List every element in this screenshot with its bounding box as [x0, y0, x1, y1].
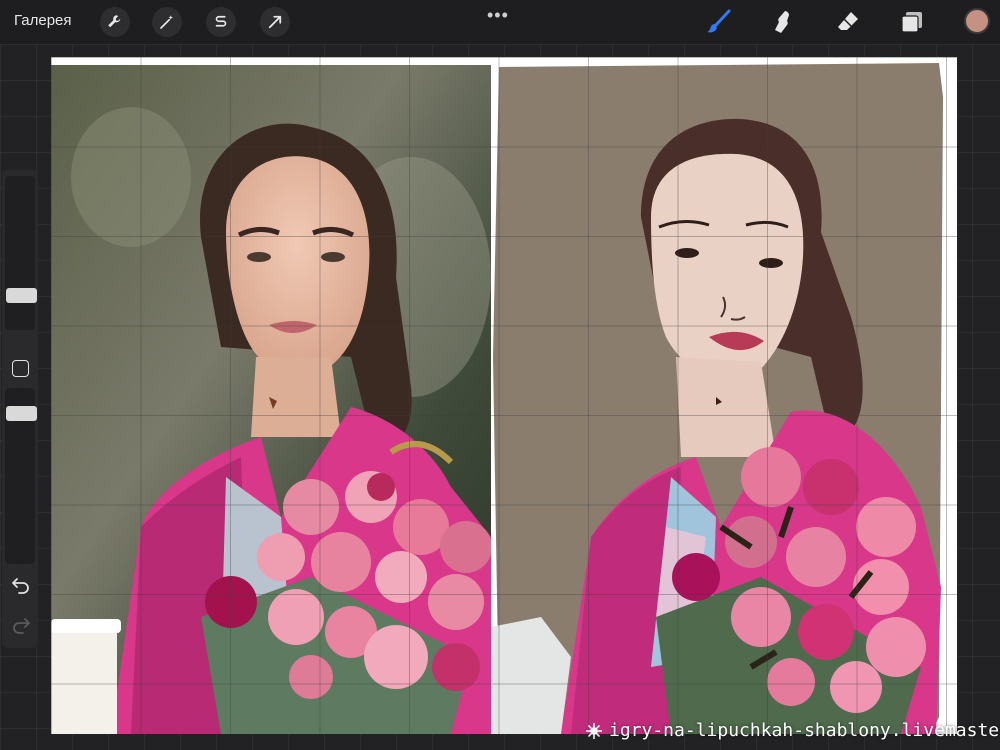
- transform-button[interactable]: [260, 7, 290, 37]
- top-toolbar: Галерея •••: [0, 0, 1000, 44]
- eraser-tool-button[interactable]: [834, 8, 862, 36]
- redo-button[interactable]: [10, 614, 32, 636]
- eraser-icon: [838, 12, 858, 30]
- redo-icon: [13, 618, 30, 634]
- undo-icon: [12, 578, 29, 594]
- watermark: igry-na-lipuchkah-shablony.livemaster.ru: [585, 720, 1000, 741]
- modify-button[interactable]: [12, 360, 29, 377]
- brush-size-thumb[interactable]: [6, 288, 37, 303]
- smudge-icon: [775, 11, 789, 33]
- selection-s-icon: [215, 15, 227, 27]
- painting-sketch: [491, 57, 957, 734]
- opacity-thumb[interactable]: [6, 406, 37, 421]
- magic-wand-icon: [160, 15, 173, 29]
- more-options-icon[interactable]: •••: [487, 5, 509, 26]
- color-swatch-button[interactable]: [964, 8, 990, 34]
- reference-photo: [51, 65, 491, 734]
- undo-button[interactable]: [10, 574, 32, 596]
- gallery-button[interactable]: Галерея: [14, 12, 72, 29]
- selection-button[interactable]: [206, 7, 236, 37]
- drawing-canvas[interactable]: [51, 57, 957, 734]
- transform-arrow-icon: [268, 15, 282, 29]
- adjustments-button[interactable]: [152, 7, 182, 37]
- brush-size-slider[interactable]: [5, 176, 35, 330]
- wrench-icon: [108, 15, 121, 28]
- brush-tool-button[interactable]: [704, 8, 732, 36]
- smudge-tool-button[interactable]: [769, 8, 797, 36]
- snowflake-logo-icon: [586, 722, 602, 739]
- actions-button[interactable]: [100, 7, 130, 37]
- watermark-text: igry-na-lipuchkah-shablony.livemaster.ru: [609, 720, 1000, 741]
- left-sidebar: [2, 170, 38, 648]
- layers-icon: [901, 12, 922, 33]
- layers-button[interactable]: [898, 8, 926, 36]
- brush-icon: [707, 9, 731, 33]
